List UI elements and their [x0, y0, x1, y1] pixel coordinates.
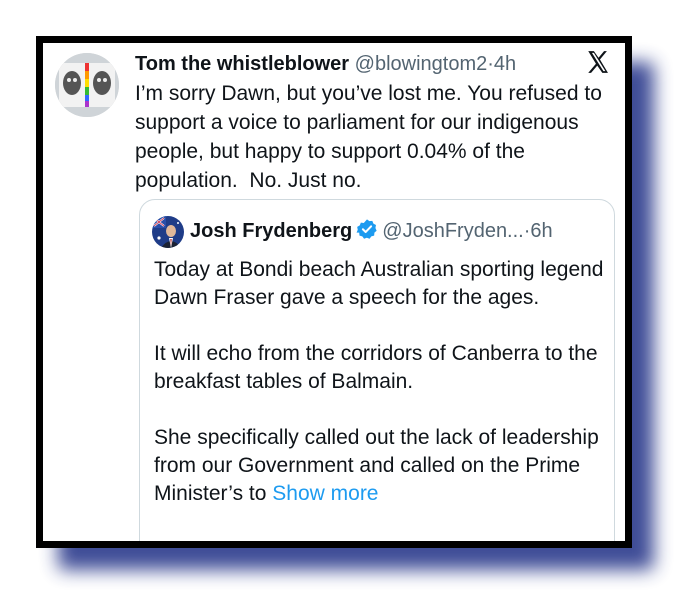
- quoted-author-name[interactable]: Josh Frydenberg: [190, 220, 352, 242]
- x-logo-icon: [588, 51, 608, 73]
- verified-badge-icon: [356, 219, 377, 239]
- author-avatar[interactable]: [55, 53, 119, 117]
- author-handle[interactable]: @blowingtom2: [355, 53, 488, 75]
- quoted-tweet-body: Today at Bondi beach Australian sporting…: [154, 256, 604, 536]
- header-separator: ·: [487, 53, 494, 75]
- quoted-paragraph-2: It will echo from the corridors of Canbe…: [154, 342, 598, 393]
- quoted-paragraph-1: Today at Bondi beach Australian sporting…: [154, 258, 604, 309]
- tweet-text: I’m sorry Dawn, but you’ve lost me. You …: [135, 82, 608, 192]
- quoted-paragraph-3: She specifically called out the lack of …: [154, 424, 604, 508]
- quoted-tweet-header: Josh Frydenberg @JoshFryden...·6h: [190, 216, 608, 246]
- mirrored-faces-avatar-icon: [55, 53, 119, 117]
- flag-portrait-avatar-icon: [152, 216, 184, 248]
- show-more-link[interactable]: Show more: [272, 482, 378, 505]
- tweet-header: Tom the whistleblower @blowingtom2·4h: [135, 51, 615, 77]
- quoted-tweet-card[interactable]: Josh Frydenberg @JoshFryden...·6h Today …: [139, 199, 615, 541]
- post-time[interactable]: 4h: [494, 53, 516, 75]
- author-name[interactable]: Tom the whistleblower: [135, 53, 349, 75]
- quoted-author-avatar[interactable]: [152, 216, 184, 248]
- tweet-screenshot-frame: Tom the whistleblower @blowingtom2·4h I’…: [36, 36, 632, 548]
- quoted-author-handle[interactable]: @JoshFryden...: [382, 220, 523, 242]
- quoted-post-time[interactable]: 6h: [530, 220, 552, 242]
